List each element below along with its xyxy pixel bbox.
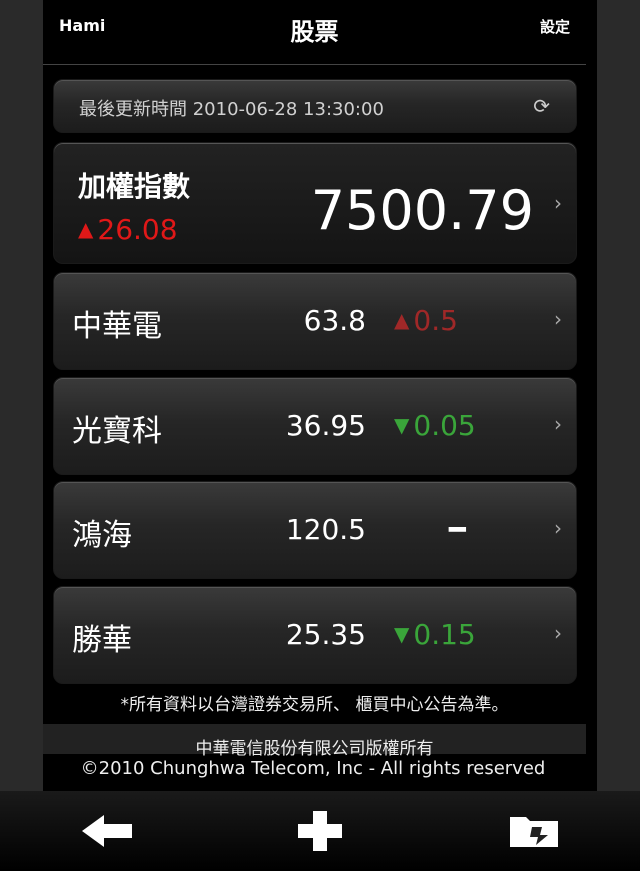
- stock-change: ▼ 0.15: [394, 618, 476, 651]
- stock-price: 25.35: [285, 618, 366, 651]
- up-triangle-icon: ▲: [394, 308, 410, 332]
- chevron-right-icon: ›: [554, 307, 562, 331]
- no-change-dash-icon: ━: [449, 513, 466, 546]
- index-name: 加權指數: [78, 170, 191, 203]
- update-bar: 最後更新時間 2010-06-28 13:30:00 ⟳: [53, 79, 577, 133]
- stock-row[interactable]: 鴻海 120.5 ━ ›: [53, 481, 577, 579]
- index-change: ▲ 26.08: [78, 213, 178, 246]
- stock-price: 63.8: [303, 304, 366, 337]
- stock-name: 鴻海: [72, 518, 132, 553]
- stock-row[interactable]: 中華電 63.8 ▲ 0.5 ›: [53, 272, 577, 370]
- up-triangle-icon: ▲: [78, 217, 94, 241]
- refresh-icon[interactable]: ⟳: [533, 94, 550, 118]
- chevron-right-icon: ›: [554, 191, 562, 215]
- back-arrow-icon[interactable]: [78, 803, 138, 859]
- copyright-en: ©2010 Chunghwa Telecom, Inc - All rights…: [80, 758, 546, 779]
- right-border: [597, 0, 640, 791]
- stock-change-value: 0.05: [413, 409, 476, 442]
- stock-change-value: 0.5: [413, 304, 458, 337]
- down-triangle-icon: ▼: [394, 622, 410, 646]
- left-border: [0, 0, 43, 791]
- stock-price: 120.5: [285, 513, 366, 546]
- top-bar: Hami 股票 設定: [43, 0, 586, 65]
- chevron-right-icon: ›: [554, 412, 562, 436]
- stock-change: ▼ 0.05: [394, 409, 476, 442]
- bottom-toolbar: [0, 791, 640, 871]
- add-icon[interactable]: [290, 803, 350, 859]
- index-value: 7500.79: [310, 179, 534, 242]
- stock-name: 勝華: [72, 623, 132, 658]
- stock-change: ▲ 0.5: [394, 304, 458, 337]
- page-title: 股票: [290, 18, 339, 46]
- last-update-text: 最後更新時間 2010-06-28 13:30:00: [79, 99, 384, 120]
- app-content: Hami 股票 設定 最後更新時間 2010-06-28 13:30:00 ⟳ …: [43, 0, 586, 791]
- down-triangle-icon: ▼: [394, 413, 410, 437]
- stock-row[interactable]: 勝華 25.35 ▼ 0.15 ›: [53, 586, 577, 684]
- chevron-right-icon: ›: [554, 516, 562, 540]
- chevron-right-icon: ›: [554, 621, 562, 645]
- index-change-value: 26.08: [97, 213, 178, 246]
- index-card[interactable]: 加權指數 ▲ 26.08 7500.79 ›: [53, 142, 577, 264]
- settings-button[interactable]: 設定: [540, 16, 570, 37]
- disclaimer-text: *所有資料以台灣證券交易所、 櫃買中心公告為準。: [120, 695, 509, 715]
- stock-price: 36.95: [285, 409, 366, 442]
- stock-name: 光寶科: [72, 414, 162, 449]
- stock-change-value: 0.15: [413, 618, 476, 651]
- stock-name: 中華電: [72, 309, 162, 344]
- copyright-zh: 中華電信股份有限公司版權所有: [195, 739, 434, 759]
- folder-icon[interactable]: [505, 803, 565, 859]
- stock-row[interactable]: 光寶科 36.95 ▼ 0.05 ›: [53, 377, 577, 475]
